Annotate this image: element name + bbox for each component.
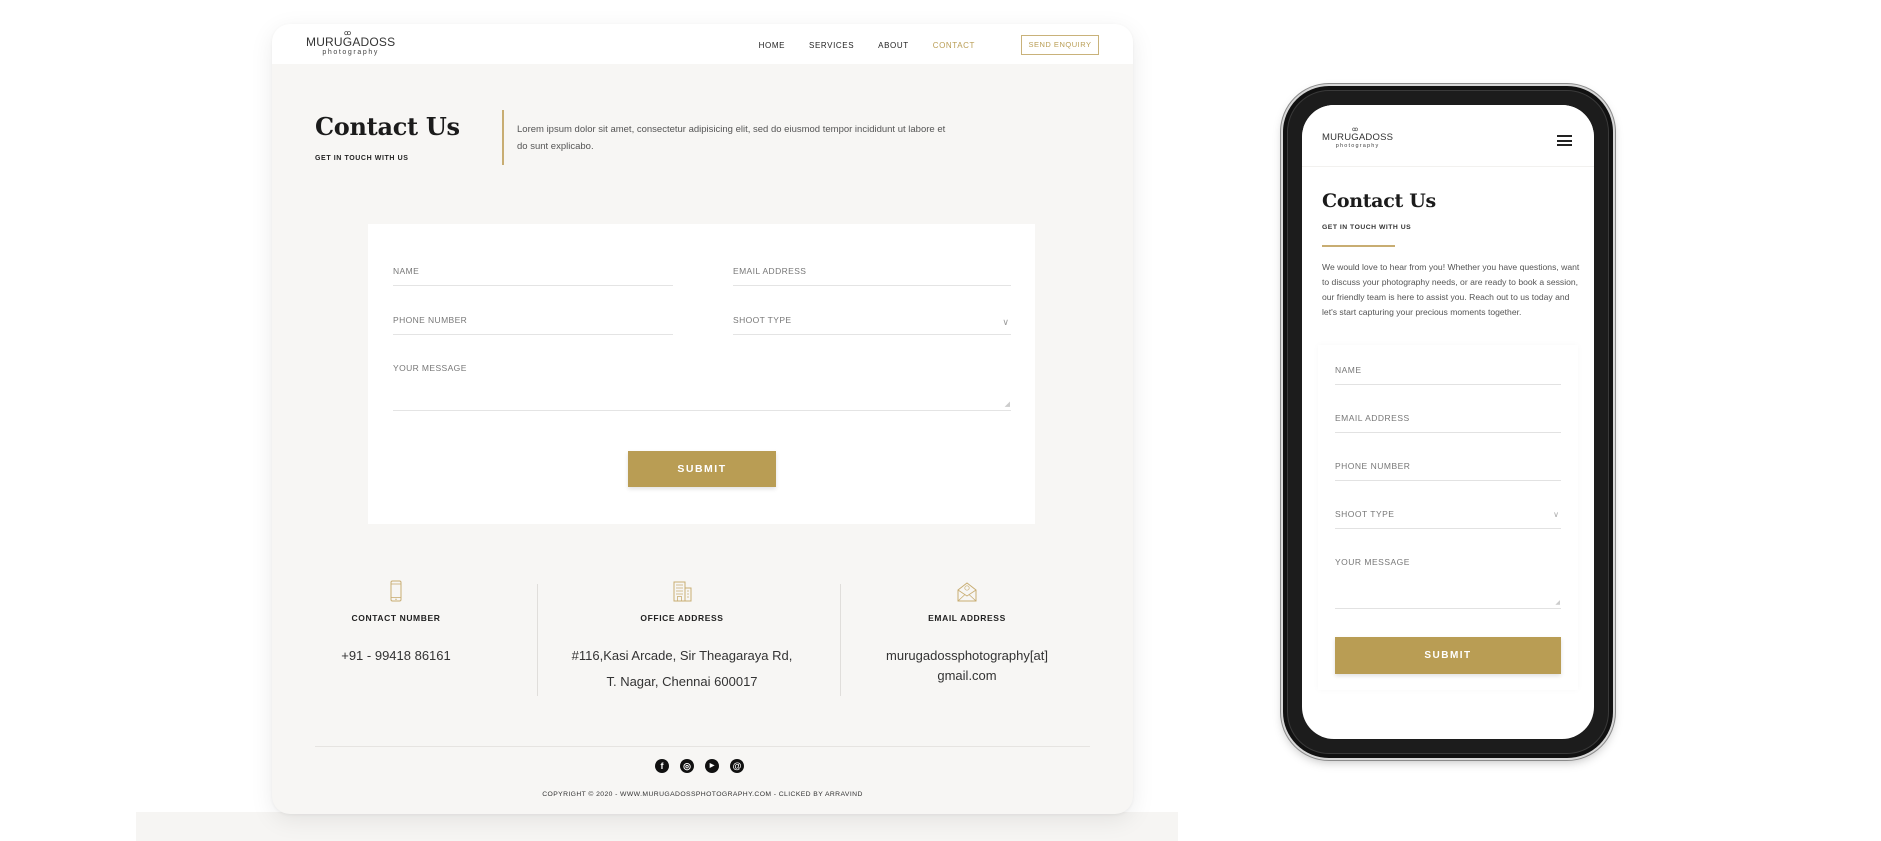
phone-placeholder: PHONE NUMBER: [1335, 461, 1411, 471]
message-placeholder: YOUR MESSAGE: [1335, 557, 1410, 567]
footer-divider: [315, 746, 1090, 747]
contact-number-value[interactable]: +91 - 99418 86161: [296, 643, 496, 669]
accent-divider: [502, 110, 504, 165]
chevron-down-icon: ∨: [1553, 510, 1559, 519]
contact-number-label: CONTACT NUMBER: [351, 613, 441, 623]
name-placeholder: NAME: [393, 266, 420, 276]
name-input[interactable]: NAME: [393, 264, 673, 286]
copyright-text: COPYRIGHT © 2020 - WWW.MURUGADOSSPHOTOGR…: [542, 791, 863, 798]
phone-mockup: ꝏ MURUGADOSS photography Contact Us GET …: [1283, 86, 1613, 758]
hamburger-menu-icon[interactable]: [1557, 135, 1572, 146]
mobile-phone-input[interactable]: PHONE NUMBER: [1335, 459, 1561, 481]
mobile-email-input[interactable]: EMAIL ADDRESS: [1335, 411, 1561, 433]
mobile-page-title: Contact Us: [1322, 190, 1436, 212]
email-address-label: EMAIL ADDRESS: [928, 613, 1006, 623]
email-address-line2[interactable]: gmail.com: [852, 666, 1082, 686]
office-address-label: OFFICE ADDRESS: [640, 613, 724, 623]
email-at-icon[interactable]: @: [730, 759, 744, 773]
mobile-message-textarea[interactable]: YOUR MESSAGE ◢: [1335, 555, 1561, 609]
column-divider: [537, 584, 538, 696]
contact-form: NAME EMAIL ADDRESS PHONE NUMBER SHOOT TY…: [368, 224, 1035, 524]
name-placeholder: NAME: [1335, 365, 1362, 375]
mobile-phone-icon: [390, 580, 402, 602]
page-title: Contact Us: [315, 112, 460, 141]
mobile-submit-button[interactable]: SUBMIT: [1335, 637, 1561, 674]
nav-contact[interactable]: CONTACT: [933, 41, 975, 50]
shoot-type-placeholder: SHOOT TYPE: [733, 315, 792, 325]
send-enquiry-button[interactable]: SEND ENQUIRY: [1021, 35, 1099, 55]
facebook-icon[interactable]: f: [655, 759, 669, 773]
nav-services[interactable]: SERVICES: [809, 41, 854, 50]
envelope-open-icon: [957, 582, 977, 602]
phone-input[interactable]: PHONE NUMBER: [393, 313, 673, 335]
column-divider: [840, 584, 841, 696]
logo-subtext: photography: [1335, 142, 1380, 149]
camera-icon: ꝏ: [344, 30, 352, 37]
mobile-contact-form: NAME EMAIL ADDRESS PHONE NUMBER SHOOT TY…: [1318, 345, 1578, 690]
desktop-mockup: ꝏ MURUGADOSS photography HOME SERVICES A…: [272, 24, 1133, 814]
office-address-block: OFFICE ADDRESS #116,Kasi Arcade, Sir The…: [542, 579, 822, 695]
social-links: f ◎ ▶ @: [655, 759, 744, 773]
email-address-line1[interactable]: murugadossphotography[at]: [852, 646, 1082, 666]
nav-about[interactable]: ABOUT: [878, 41, 909, 50]
office-address-line2: T. Nagar, Chennai 600017: [606, 674, 758, 689]
logo-text: MURUGADOSS: [1322, 132, 1394, 143]
shoot-type-select[interactable]: SHOOT TYPE ∨: [733, 313, 1011, 335]
email-input[interactable]: EMAIL ADDRESS: [733, 264, 1011, 286]
instagram-icon[interactable]: ◎: [680, 759, 694, 773]
mobile-intro-text: We would love to hear from you! Whether …: [1322, 262, 1580, 317]
mobile-site-logo[interactable]: ꝏ MURUGADOSS photography: [1322, 127, 1394, 149]
site-header: ꝏ MURUGADOSS photography HOME SERVICES A…: [272, 24, 1133, 64]
page-subtitle: GET IN TOUCH WITH US: [315, 155, 409, 162]
phone-placeholder: PHONE NUMBER: [393, 315, 468, 325]
main-nav: HOME SERVICES ABOUT CONTACT: [759, 41, 975, 50]
logo-text: MURUGADOSS: [306, 35, 396, 49]
email-address-block: EMAIL ADDRESS murugadossphotography[at] …: [852, 579, 1082, 686]
nav-home[interactable]: HOME: [759, 41, 785, 50]
email-placeholder: EMAIL ADDRESS: [733, 266, 807, 276]
building-icon: [673, 581, 692, 602]
backdrop-floor: [136, 812, 1178, 841]
youtube-icon[interactable]: ▶: [705, 759, 719, 773]
message-placeholder: YOUR MESSAGE: [393, 363, 467, 373]
mobile-name-input[interactable]: NAME: [1335, 363, 1561, 385]
email-placeholder: EMAIL ADDRESS: [1335, 413, 1410, 423]
resize-handle-icon[interactable]: ◢: [1555, 599, 1560, 606]
camera-icon: ꝏ: [1352, 127, 1359, 133]
message-textarea[interactable]: YOUR MESSAGE ◢: [393, 361, 1011, 411]
office-address-line1: #116,Kasi Arcade, Sir Theagaraya Rd,: [571, 648, 793, 663]
accent-underline: [1322, 245, 1395, 247]
submit-button[interactable]: SUBMIT: [628, 451, 776, 487]
phone-screen: ꝏ MURUGADOSS photography Contact Us GET …: [1302, 105, 1594, 739]
resize-handle-icon[interactable]: ◢: [1005, 400, 1010, 408]
shoot-type-placeholder: SHOOT TYPE: [1335, 509, 1395, 519]
intro-text: Lorem ipsum dolor sit amet, consectetur …: [517, 124, 946, 152]
contact-number-block: CONTACT NUMBER +91 - 99418 86161: [296, 579, 496, 669]
mobile-page-subtitle: GET IN TOUCH WITH US: [1322, 224, 1412, 231]
mobile-header: ꝏ MURUGADOSS photography: [1302, 105, 1594, 167]
site-logo[interactable]: ꝏ MURUGADOSS photography: [306, 30, 396, 56]
chevron-down-icon: ∨: [1002, 317, 1009, 327]
logo-subtext: photography: [322, 49, 379, 56]
mobile-shoot-type-select[interactable]: SHOOT TYPE ∨: [1335, 507, 1561, 529]
